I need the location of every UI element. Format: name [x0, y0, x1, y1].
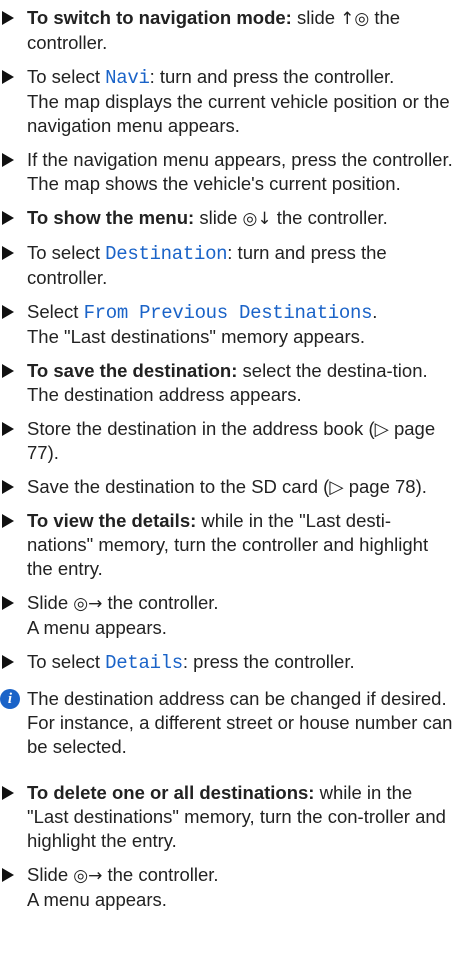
step-text-end: the controller. [271, 207, 388, 228]
instruction-step: Save the destination to the SD card (▷ p… [0, 475, 454, 499]
controller-symbol: ↑◎ [340, 9, 370, 29]
bullet-arrow-icon [2, 11, 14, 25]
instruction-step: Slide ◎→ the controller. A menu appears. [0, 863, 454, 912]
instruction-step: To select Destination: turn and press th… [0, 241, 454, 290]
instruction-step: To view the details: while in the "Last … [0, 509, 454, 581]
step-result: The map displays the current vehicle pos… [27, 91, 450, 136]
step-result: The "Last destinations" memory appears. [27, 326, 366, 347]
menu-item-name: Details [105, 652, 183, 674]
bullet-arrow-icon [2, 422, 14, 436]
step-heading: To show the menu: [27, 207, 195, 228]
instruction-step: Slide ◎→ the controller. A menu appears. [0, 591, 454, 640]
step-result: The map shows the vehicle's current posi… [27, 173, 401, 194]
bullet-arrow-icon [2, 211, 14, 225]
step-text-end: : turn and press the controller. [149, 66, 395, 87]
bullet-arrow-icon [2, 480, 14, 494]
step-text: slide [291, 7, 341, 28]
step-text: If the navigation menu appears, press th… [27, 149, 453, 170]
bullet-arrow-icon [2, 514, 14, 528]
step-text: To select [27, 651, 106, 672]
step-heading: To save the destination: [27, 360, 238, 381]
instruction-step: To show the menu: slide ◎↓ the controlle… [0, 206, 454, 231]
bullet-arrow-icon [2, 596, 14, 610]
controller-symbol: ◎→ [73, 594, 103, 614]
step-text-end: : press the controller. [182, 651, 355, 672]
menu-item-name: From Previous Destinations [83, 302, 373, 324]
step-text: Store the destination in the address boo… [27, 418, 436, 463]
manual-page: To switch to navigation mode: slide ↑◎ t… [0, 0, 464, 957]
step-result: A menu appears. [27, 889, 167, 910]
step-text: To select [27, 66, 106, 87]
step-result: The destination address appears. [27, 384, 302, 405]
bullet-arrow-icon [2, 305, 14, 319]
step-heading: To view the details: [27, 510, 197, 531]
step-text: Select [27, 301, 84, 322]
controller-symbol: ◎↓ [242, 209, 272, 229]
bullet-arrow-icon [2, 364, 14, 378]
step-text: Slide [27, 592, 74, 613]
instruction-step: If the navigation menu appears, press th… [0, 148, 454, 196]
bullet-arrow-icon [2, 655, 14, 669]
instruction-step: To save the destination: select the dest… [0, 359, 454, 407]
instruction-step: To select Navi: turn and press the contr… [0, 65, 454, 138]
step-heading: To delete one or all destinations: [27, 782, 315, 803]
instruction-step: To switch to navigation mode: slide ↑◎ t… [0, 6, 454, 55]
step-text: Save the destination to the SD card (▷ p… [27, 476, 427, 497]
instruction-list-delete: To delete one or all destinations: while… [0, 781, 454, 912]
bullet-arrow-icon [2, 153, 14, 167]
instruction-step: Select From Previous Destinations. The "L… [0, 300, 454, 349]
step-result: A menu appears. [27, 617, 167, 638]
step-text: Slide [27, 864, 74, 885]
step-text-end: . [372, 301, 378, 322]
bullet-arrow-icon [2, 786, 14, 800]
info-note: i The destination address can be changed… [0, 687, 454, 759]
menu-item-name: Destination [105, 243, 228, 265]
bullet-arrow-icon [2, 246, 14, 260]
info-icon: i [0, 689, 20, 709]
instruction-step: To select Details: press the controller. [0, 650, 454, 675]
step-text: To select [27, 242, 106, 263]
bullet-arrow-icon [2, 70, 14, 84]
step-text-end: the controller. [102, 864, 219, 885]
instruction-list: To switch to navigation mode: slide ↑◎ t… [0, 6, 454, 675]
bullet-arrow-icon [2, 868, 14, 882]
controller-symbol: ◎→ [73, 866, 103, 886]
instruction-step: To delete one or all destinations: while… [0, 781, 454, 853]
step-heading: To switch to navigation mode: [27, 7, 292, 28]
step-text: select the destina-tion. [237, 360, 428, 381]
instruction-step: Store the destination in the address boo… [0, 417, 454, 465]
note-text: The destination address can be changed i… [27, 688, 453, 757]
menu-item-name: Navi [105, 67, 150, 89]
step-text-end: the controller. [102, 592, 219, 613]
step-text: slide [194, 207, 243, 228]
